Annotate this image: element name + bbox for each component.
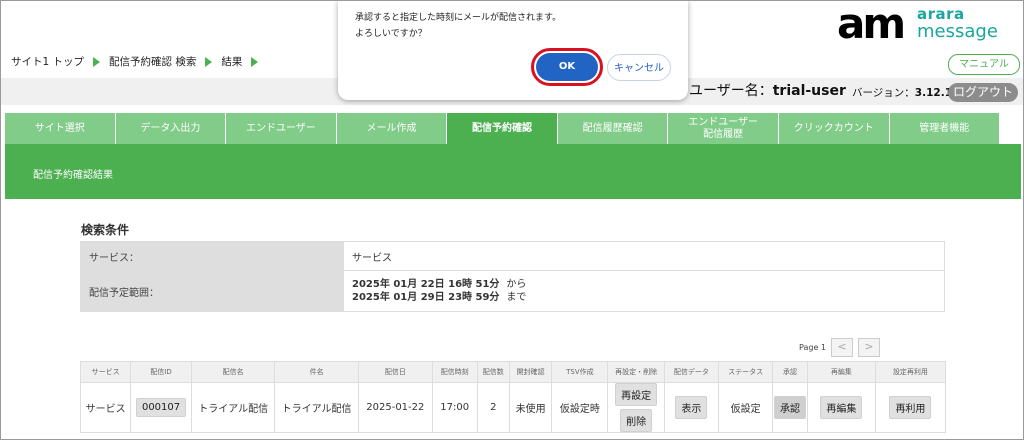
manual-button[interactable]: マニュアル [948, 54, 1020, 75]
logout-button[interactable]: ログアウト [948, 83, 1018, 102]
username-display: ユーザー名：trial-user [689, 83, 846, 99]
service-value: サービス [343, 241, 945, 271]
reedit-button[interactable]: 再編集 [820, 396, 863, 419]
col-header: 配信時刻 [431, 361, 478, 383]
arara-message-logo: am arara message [837, 3, 1007, 47]
tab-end-user[interactable]: エンドユーザー [226, 113, 337, 144]
breadcrumb-arrow-icon [251, 56, 259, 67]
tab-reservation-check[interactable]: 配信予約確認 [447, 113, 558, 144]
reuse-button[interactable]: 再利用 [889, 396, 932, 419]
col-header: 再設定・削除 [607, 361, 665, 383]
tab-click-count[interactable]: クリックカウント [778, 113, 890, 144]
reset-button[interactable]: 再設定 [615, 383, 658, 406]
cell-date: 2025-01-22 [357, 382, 433, 433]
col-header: 件名 [274, 361, 359, 383]
tab-admin[interactable]: 管理者機能 [889, 113, 1000, 144]
ok-button[interactable]: OK [536, 53, 598, 81]
breadcrumb-item-search[interactable]: 配信予約確認 検索 [109, 54, 196, 69]
delivery-id-badge[interactable]: 000107 [135, 398, 187, 417]
page-title: 配信予約確認結果 [33, 170, 113, 181]
app-frame: サイト1 トップ 配信予約確認 検索 結果 am arara message マ… [0, 0, 1024, 440]
table-header-row: サービス 配信ID 配信名 件名 配信日 配信時刻 配信数 開封確認 TSV作成… [79, 361, 947, 383]
col-header: ステータス [718, 361, 774, 383]
col-header: 再編集 [806, 361, 876, 383]
dialog-message: 承認すると指定した時刻にメールが配信されます。 よろしいですか？ [355, 13, 562, 39]
cell-open-check: 未使用 [508, 382, 553, 433]
service-label: サービス： [80, 241, 344, 271]
breadcrumb-item-top[interactable]: サイト1 トップ [11, 54, 84, 69]
prev-page-button[interactable]: < [831, 338, 853, 357]
col-header: 配信ID [130, 361, 192, 383]
results-table: サービス 配信ID 配信名 件名 配信日 配信時刻 配信数 開封確認 TSV作成… [79, 361, 947, 433]
range-label: 配信予定範囲： [80, 270, 344, 312]
next-page-button[interactable]: > [858, 338, 880, 357]
show-data-button[interactable]: 表示 [675, 396, 708, 419]
tab-site-select[interactable]: サイト選択 [5, 113, 116, 144]
cell-name: トライアル配信 [190, 382, 276, 433]
page-indicator: Page 1 [799, 343, 826, 352]
confirm-dialog: 承認すると指定した時刻にメールが配信されます。 よろしいですか？ OK キャンセ… [338, 1, 688, 100]
cell-tsv: 仮設定時 [551, 382, 609, 433]
delete-button[interactable]: 削除 [620, 409, 653, 432]
col-header: 配信日 [357, 361, 433, 383]
tab-end-user-history[interactable]: エンドユーザー 配信履歴 [668, 113, 779, 144]
main-nav: サイト選択 データ入出力 エンドユーザー メール作成 配信予約確認 配信履歴確認… [5, 113, 1000, 144]
tab-delivery-history[interactable]: 配信履歴確認 [557, 113, 669, 144]
cell-subject: トライアル配信 [274, 382, 359, 433]
col-header: 配信データ [663, 361, 720, 383]
pagination: Page 1 < > [799, 338, 880, 357]
logo-text-message: message [917, 21, 998, 42]
page-banner: 配信予約確認結果 [5, 144, 1021, 199]
search-conditions-title: 検索条件 [81, 223, 130, 237]
cancel-button[interactable]: キャンセル [607, 54, 671, 81]
cell-time: 17:00 [431, 382, 478, 433]
breadcrumb-item-result: 結果 [221, 56, 243, 68]
logo-mark: am [837, 0, 906, 48]
breadcrumb: サイト1 トップ 配信予約確認 検索 結果 [11, 54, 267, 69]
col-header: 承認 [772, 361, 808, 383]
col-header: 設定再利用 [874, 361, 947, 383]
breadcrumb-arrow-icon [205, 56, 213, 67]
col-header: 配信数 [476, 361, 511, 383]
col-header: サービス [79, 361, 132, 383]
cell-service: サービス [79, 382, 132, 433]
approve-button[interactable]: 承認 [773, 396, 806, 419]
breadcrumb-arrow-icon [93, 56, 101, 67]
tab-data-io[interactable]: データ入出力 [115, 113, 227, 144]
cell-status: 仮設定 [718, 382, 774, 433]
col-header: 開封確認 [508, 361, 553, 383]
search-conditions-table: サービス： サービス 配信予定範囲： 2025年 01月 22日 16時 51分… [80, 241, 945, 312]
version-display: バージョン：3.12.1 [852, 87, 952, 99]
range-value: 2025年 01月 22日 16時 51分 から 2025年 01月 29日 2… [343, 270, 945, 312]
table-row: サービス 000107 トライアル配信 トライアル配信 2025-01-22 1… [79, 382, 947, 433]
col-header: TSV作成 [551, 361, 609, 383]
tab-mail-create[interactable]: メール作成 [336, 113, 448, 144]
cell-count: 2 [476, 382, 511, 433]
col-header: 配信名 [190, 361, 276, 383]
